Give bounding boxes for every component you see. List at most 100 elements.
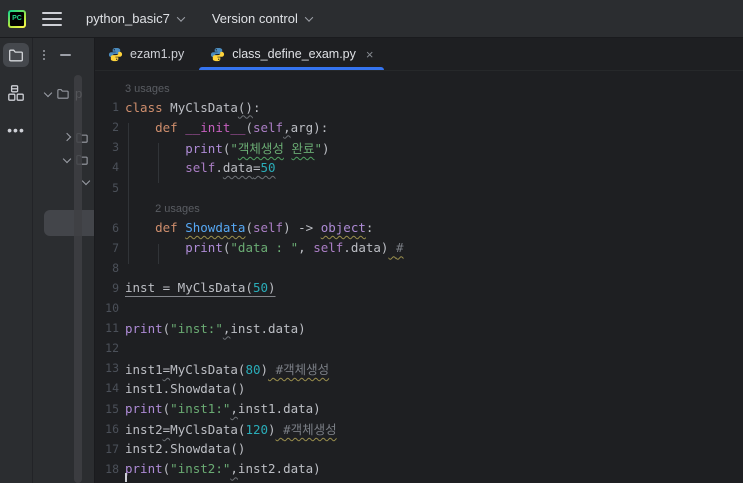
project-tool-button[interactable] <box>3 43 29 67</box>
indent-guide <box>158 143 159 183</box>
code-line[interactable]: 14 inst1.Showdata() <box>95 378 743 398</box>
code-line[interactable]: 3 print("객체생성 완료") <box>95 137 743 157</box>
line-number[interactable]: 9 <box>95 281 119 295</box>
tab-class_define_exam.py[interactable]: class_define_exam.py × <box>197 38 386 70</box>
version-control-label: Version control <box>211 11 298 26</box>
code-token: 120 <box>245 422 269 438</box>
inlay-row[interactable]: 3 usages <box>95 77 743 97</box>
code-line[interactable]: 2 def __init__(self,arg): <box>95 117 743 137</box>
code-token: ) <box>322 140 330 156</box>
code-line[interactable]: 16 inst2=MyClsData(120) #객체생성 <box>95 419 743 439</box>
line-number[interactable]: 17 <box>95 442 119 456</box>
code-line[interactable]: 12 <box>95 338 743 358</box>
tab-ezam1.py[interactable]: ezam1.py <box>95 38 197 70</box>
line-number[interactable]: 14 <box>95 381 119 395</box>
code-token: " <box>314 140 323 156</box>
code-line[interactable]: 10 <box>95 298 743 318</box>
line-number[interactable]: 11 <box>95 321 119 335</box>
code-line[interactable]: 18 print("inst2:",inst2.data) <box>95 459 743 479</box>
code-text: print("inst:",inst.data) <box>125 321 306 336</box>
code-line[interactable]: 5 <box>95 177 743 197</box>
line-number[interactable]: 1 <box>95 100 119 114</box>
project-tree-row[interactable] <box>33 104 94 126</box>
line-number[interactable]: 15 <box>95 402 119 416</box>
code-token: 50 <box>260 159 276 175</box>
code-line[interactable]: 6 def Showdata(self) -> object: <box>95 218 743 238</box>
indent-guide <box>128 123 129 264</box>
code-token: Showdata <box>185 220 246 236</box>
titlebar: PC python_basic7 Version control <box>0 0 743 38</box>
folder-icon <box>56 87 70 100</box>
code-text: inst1=MyClsData(80) #객체생성 <box>125 359 329 378</box>
line-number[interactable]: 13 <box>95 361 119 375</box>
code-token: ) <box>268 280 276 296</box>
line-number[interactable]: 6 <box>95 221 119 235</box>
code-line[interactable]: 8 <box>95 258 743 278</box>
editor-column: ezam1.py class_define_exam.py × 3 usages 1… <box>95 38 743 483</box>
project-tree-selected-row[interactable] <box>44 210 94 236</box>
line-number[interactable]: 2 <box>95 120 119 134</box>
tree-chevron-down-icon[interactable] <box>62 154 72 164</box>
code-line[interactable]: 7 print("data : ", self.data) # <box>95 238 743 258</box>
code-token: ( <box>245 220 253 236</box>
pycharm-window: PC python_basic7 Version control ••• eza… <box>0 0 743 483</box>
line-number[interactable]: 7 <box>95 241 119 255</box>
main-menu-icon[interactable] <box>42 11 62 26</box>
code-rows: 3 usages 1 class MyClsData(): 2 def __init_… <box>95 71 743 479</box>
usages-inlay-hint: 2 usages <box>125 200 200 215</box>
code-line[interactable]: 9 inst = MyClsData(50) <box>95 278 743 298</box>
indent-guide <box>158 244 159 264</box>
code-token: self <box>252 220 284 236</box>
panel-scrollbar[interactable] <box>74 75 82 483</box>
project-tree-row[interactable] <box>33 170 94 192</box>
project-selector[interactable]: python_basic7 <box>86 11 186 26</box>
code-text: inst2.Showdata() <box>125 441 245 456</box>
usages-inlay-hint-label[interactable]: 2 usages <box>125 203 200 215</box>
code-text: print("inst1:",inst1.data) <box>125 401 321 416</box>
close-tab-icon[interactable]: × <box>366 48 374 61</box>
code-line[interactable]: 4 self.data=50 <box>95 157 743 177</box>
code-token: MyClsData( <box>170 422 246 438</box>
project-tree-row[interactable] <box>33 126 94 148</box>
line-number[interactable]: 8 <box>95 261 119 275</box>
code-line[interactable]: 1 class MyClsData(): <box>95 97 743 117</box>
code-token: inst2 <box>125 422 163 438</box>
code-token: print <box>125 461 163 477</box>
code-text: inst2=MyClsData(120) #객체생성 <box>125 419 337 438</box>
code-token: : <box>252 99 261 115</box>
project-tree-row[interactable] <box>33 148 94 170</box>
usages-inlay-hint: 3 usages <box>125 80 170 95</box>
code-token: 80 <box>245 361 261 377</box>
code-line[interactable]: 17 inst2.Showdata() <box>95 439 743 459</box>
structure-tool-button[interactable] <box>3 81 29 105</box>
active-tab-indicator <box>199 67 385 70</box>
chevron-down-icon <box>304 12 314 22</box>
line-number[interactable]: 18 <box>95 462 119 476</box>
line-number[interactable]: 16 <box>95 422 119 436</box>
more-tool-windows-button[interactable]: ••• <box>3 118 29 142</box>
code-token: 완료 <box>291 140 315 156</box>
line-number[interactable]: 5 <box>95 181 119 195</box>
line-number[interactable]: 10 <box>95 301 119 315</box>
code-line[interactable]: 11 print("inst:",inst.data) <box>95 318 743 338</box>
tree-chevron-right-icon[interactable] <box>62 132 72 142</box>
tree-chevron-down-icon[interactable] <box>81 176 91 186</box>
code-line[interactable]: 15 print("inst1:",inst1.data) <box>95 399 743 419</box>
panel-options-icon[interactable] <box>43 49 45 60</box>
version-control-selector[interactable]: Version control <box>211 11 314 26</box>
hide-panel-icon[interactable] <box>60 53 71 56</box>
line-number[interactable]: 12 <box>95 341 119 355</box>
code-line[interactable]: 13 inst1=MyClsData(80) #객체생성 <box>95 358 743 378</box>
project-panel-header <box>33 38 94 71</box>
inlay-row[interactable]: 2 usages <box>95 198 743 218</box>
python-file-icon <box>108 47 123 62</box>
line-number[interactable]: 3 <box>95 140 119 154</box>
usages-inlay-hint-label[interactable]: 3 usages <box>125 83 170 95</box>
editor[interactable]: 3 usages 1 class MyClsData(): 2 def __init_… <box>95 71 743 483</box>
tree-chevron-down-icon[interactable] <box>43 88 53 98</box>
line-number[interactable]: 4 <box>95 160 119 174</box>
code-token: arg): <box>290 119 329 135</box>
project-tree-row[interactable]: p <box>33 82 94 104</box>
